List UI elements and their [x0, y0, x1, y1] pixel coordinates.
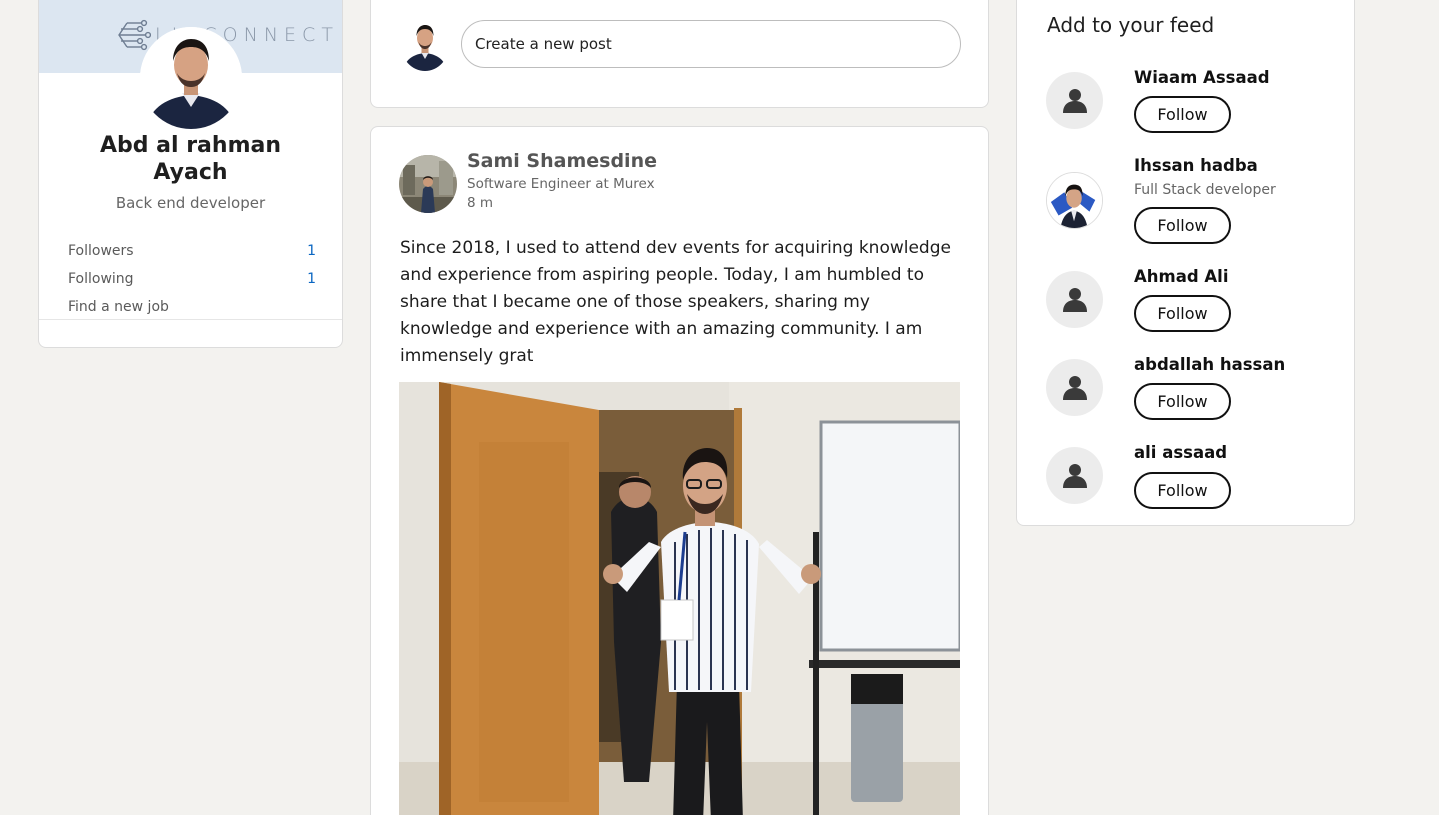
suggestion-avatar[interactable] — [1046, 72, 1103, 129]
default-user-icon — [1062, 287, 1087, 312]
feed-card-title: Add to your feed — [1047, 13, 1215, 37]
post-composer: Create a new post — [370, 0, 989, 108]
suggestion-headline: Full Stack developer — [1134, 182, 1276, 198]
default-user-icon — [1062, 88, 1087, 113]
post-card: Sami Shamesdine Software Engineer at Mur… — [370, 126, 989, 815]
add-to-feed-card: Add to your feed Wiaam Assaad Follow Ihs… — [1016, 0, 1355, 526]
followers-row[interactable]: Followers 1 — [68, 237, 316, 265]
profile-card: LINCONNECT Abd al rahman Ayach Back end … — [38, 0, 343, 348]
composer-avatar — [401, 19, 449, 71]
profile-title: Back end developer — [115, 194, 266, 212]
profile-name-line2: Ayach — [153, 160, 228, 185]
user-photo — [140, 27, 242, 129]
follow-button[interactable]: Follow — [1134, 472, 1231, 509]
default-user-icon — [1062, 375, 1087, 400]
profile-name-line1: Abd al rahman — [99, 133, 282, 158]
following-count: 1 — [307, 271, 316, 287]
find-job-link[interactable]: Find a new job — [68, 293, 316, 321]
suggestion-avatar[interactable] — [1046, 271, 1103, 328]
follow-button[interactable]: Follow — [1134, 383, 1231, 420]
suggestion-name[interactable]: ali assaad — [1134, 443, 1227, 462]
suggestion-avatar[interactable] — [1046, 447, 1103, 504]
default-user-icon — [1062, 463, 1087, 488]
follow-button[interactable]: Follow — [1134, 295, 1231, 332]
follow-button[interactable]: Follow — [1134, 207, 1231, 244]
post-image[interactable] — [399, 382, 960, 815]
suggestion-name[interactable]: abdallah hassan — [1134, 355, 1285, 374]
post-photo — [399, 382, 960, 815]
profile-stats: Followers 1 Following 1 Find a new job — [68, 237, 316, 321]
user-photo — [1047, 173, 1102, 228]
user-photo — [401, 19, 449, 71]
post-author-avatar[interactable] — [399, 155, 457, 213]
suggestion-name[interactable]: Ahmad Ali — [1134, 267, 1228, 286]
post-author-headline: Software Engineer at Murex — [467, 176, 655, 192]
following-row[interactable]: Following 1 — [68, 265, 316, 293]
suggestion-avatar[interactable] — [1046, 172, 1103, 229]
circuit-logo-icon — [118, 19, 151, 51]
following-label: Following — [68, 271, 134, 287]
followers-count: 1 — [307, 243, 316, 259]
profile-name[interactable]: Abd al rahman Ayach — [39, 132, 342, 186]
create-post-input[interactable]: Create a new post — [461, 20, 961, 68]
suggestion-name[interactable]: Ihssan hadba — [1134, 156, 1258, 175]
user-photo — [399, 155, 457, 213]
find-job-label: Find a new job — [68, 299, 169, 315]
post-body: Since 2018, I used to attend dev events … — [400, 238, 951, 366]
suggestion-avatar[interactable] — [1046, 359, 1103, 416]
suggestion-name[interactable]: Wiaam Assaad — [1134, 68, 1270, 87]
follow-button[interactable]: Follow — [1134, 96, 1231, 133]
followers-label: Followers — [68, 243, 134, 259]
post-author-name[interactable]: Sami Shamesdine — [467, 150, 657, 172]
divider — [39, 319, 342, 320]
post-timestamp: 8 m — [467, 195, 494, 211]
profile-avatar[interactable] — [140, 27, 242, 129]
